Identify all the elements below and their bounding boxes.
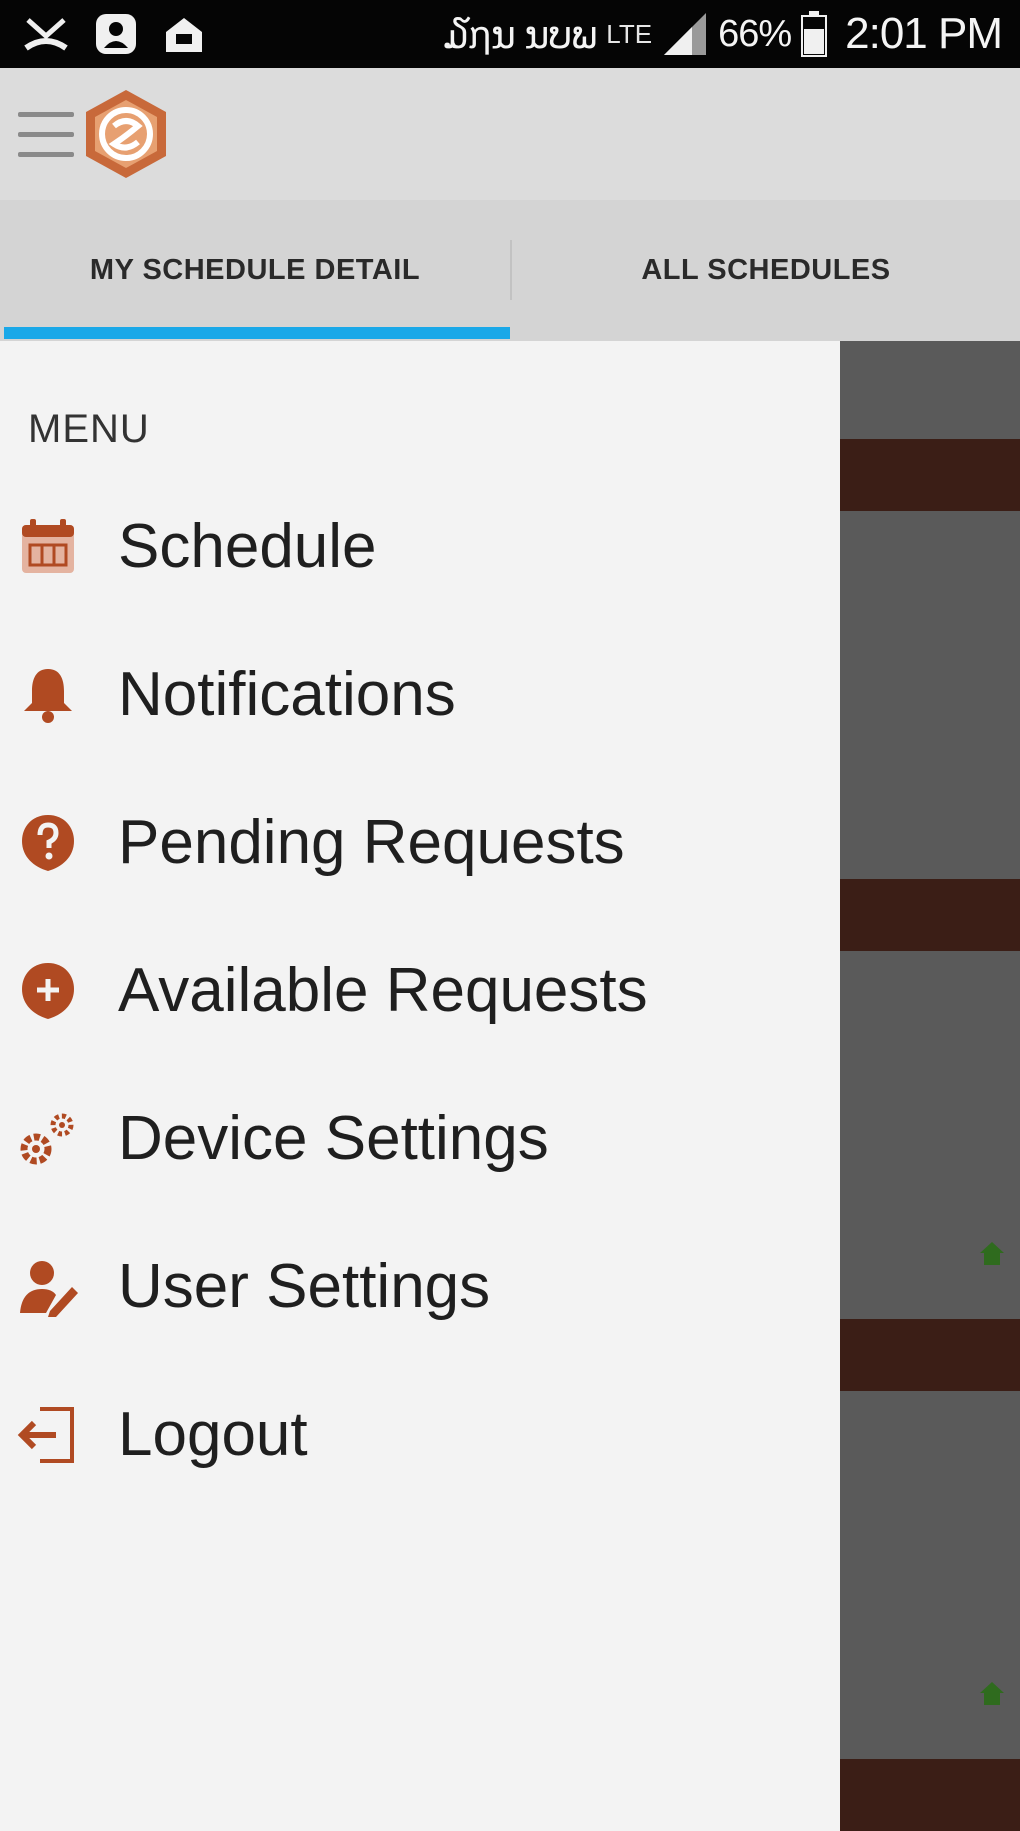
home-icon — [980, 1242, 1004, 1265]
menu-item-device-settings[interactable]: Device Settings — [0, 1079, 840, 1199]
menu-item-label: Device Settings — [118, 1104, 549, 1173]
question-badge-icon — [22, 815, 74, 871]
menu-item-label: Notifications — [118, 660, 456, 729]
tab-my-schedule-detail[interactable]: MY SCHEDULE DETAIL — [0, 200, 510, 341]
plus-badge-icon — [22, 963, 74, 1019]
active-tab-indicator — [4, 327, 510, 339]
tab-all-schedules[interactable]: ALL SCHEDULES — [512, 200, 1020, 341]
menu-item-logout[interactable]: Logout — [0, 1375, 840, 1495]
status-bar-system: ໓ຐນ ນບພ LTE 66% 2:01 PM — [444, 8, 1003, 60]
clock: 2:01 PM — [845, 9, 1003, 58]
battery-percent: 66% — [718, 12, 792, 55]
battery-icon — [801, 11, 828, 57]
menu-item-schedule[interactable]: Schedule — [0, 487, 840, 607]
home-icon — [980, 1682, 1004, 1705]
contact-icon — [96, 14, 136, 54]
schedule-day-header — [840, 1759, 1020, 1831]
menu-title: MENU — [28, 407, 150, 451]
menu-item-label: Logout — [118, 1400, 308, 1469]
logout-icon — [17, 1407, 74, 1463]
menu-item-available-requests[interactable]: Available Requests — [0, 931, 840, 1051]
menu-item-label: Available Requests — [118, 956, 648, 1025]
menu-item-label: Pending Requests — [118, 808, 625, 877]
app-notification-icon — [166, 18, 202, 52]
schedule-day-header — [840, 1319, 1020, 1391]
menu-item-label: Schedule — [118, 512, 377, 581]
app-logo — [86, 90, 166, 178]
schedule-day-header — [840, 879, 1020, 951]
network-indicator: ໓ຐນ ນບພ — [444, 14, 597, 57]
menu-item-label: User Settings — [118, 1252, 491, 1321]
menu-icon[interactable] — [18, 112, 74, 158]
app-bar — [0, 68, 1020, 200]
menu-item-pending-requests[interactable]: Pending Requests — [0, 783, 840, 903]
menu-item-notifications[interactable]: Notifications — [0, 635, 840, 755]
menu-item-user-settings[interactable]: User Settings — [0, 1227, 840, 1347]
user-edit-icon — [20, 1261, 78, 1317]
gears-icon — [20, 1113, 74, 1165]
calendar-icon — [22, 519, 74, 573]
schedule-day-header — [840, 439, 1020, 511]
navigation-drawer: MENU Schedule Notifications Pending Requ… — [0, 341, 840, 1819]
lte-label: LTE — [606, 18, 653, 49]
missed-call-icon — [24, 18, 68, 51]
signal-icon — [664, 13, 707, 55]
status-bar: ໓ຐນ ນບພ LTE 66% 2:01 PM — [0, 0, 1020, 68]
status-bar-notifications — [22, 10, 206, 58]
bell-icon — [24, 669, 72, 723]
schedule-content-scrim[interactable] — [840, 341, 1020, 1831]
tab-bar: MY SCHEDULE DETAIL ALL SCHEDULES — [0, 200, 1020, 341]
